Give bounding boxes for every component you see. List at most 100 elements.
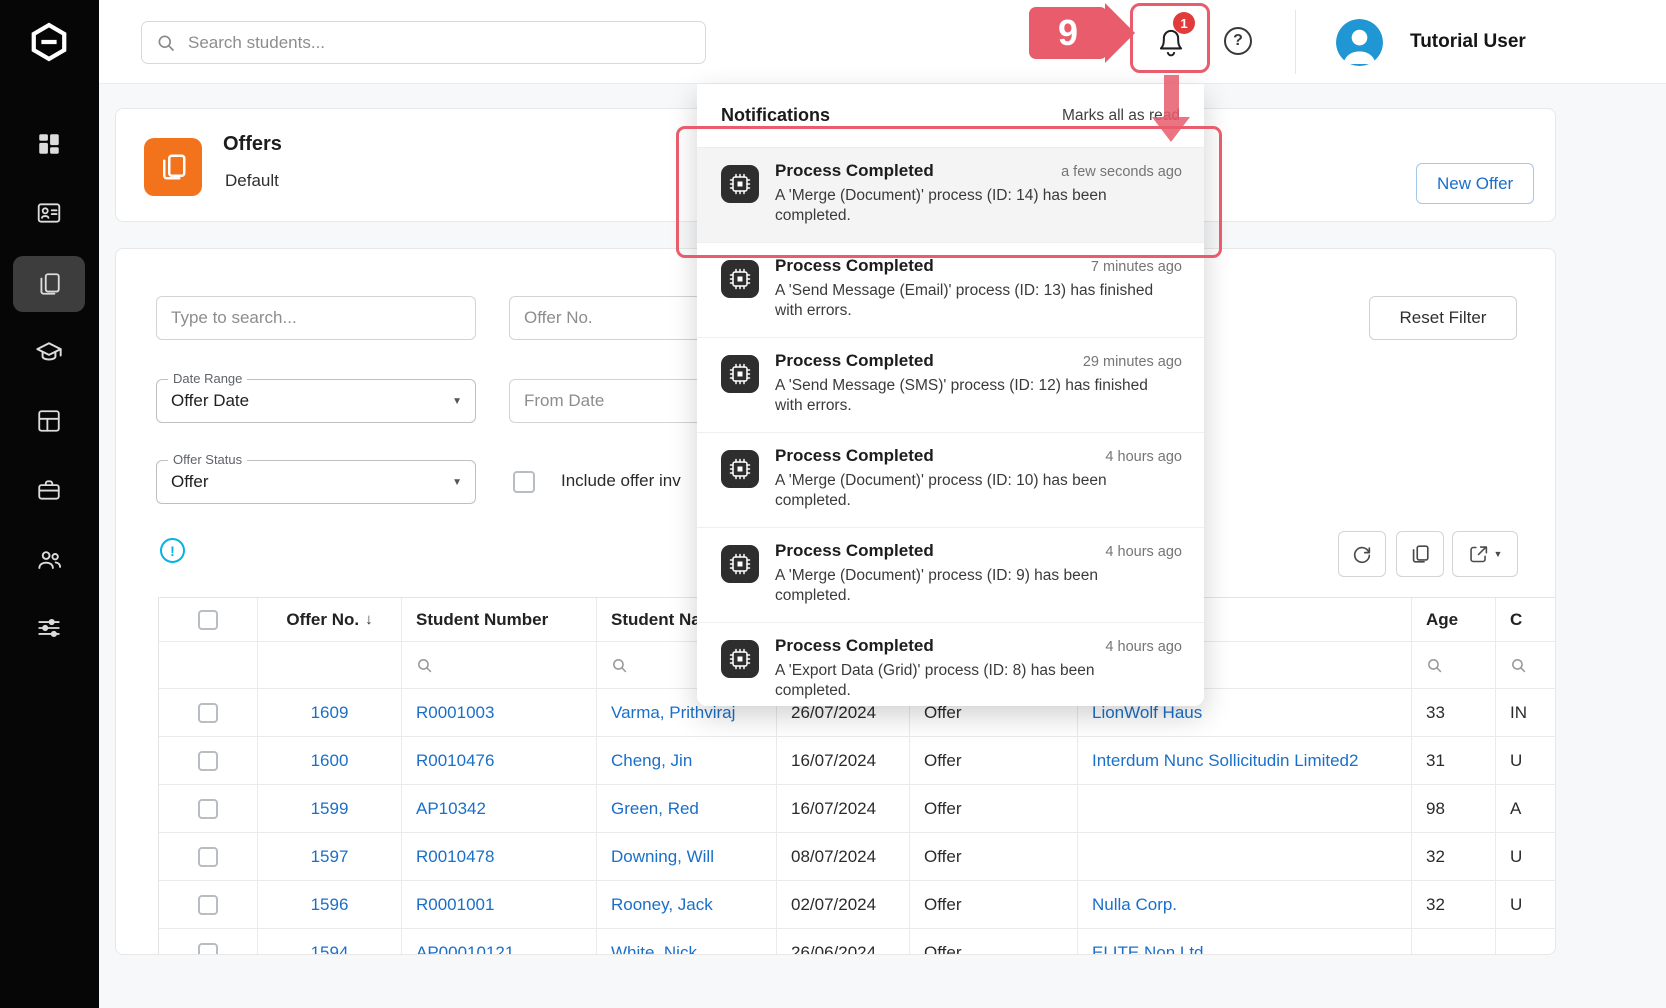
search-icon	[416, 657, 433, 674]
age-cell: 33	[1412, 689, 1496, 737]
student-name-link[interactable]: White, Nick	[611, 943, 697, 956]
row-checkbox[interactable]	[198, 799, 218, 819]
row-checkbox[interactable]	[198, 703, 218, 723]
help-button[interactable]: ?	[1224, 27, 1252, 55]
student-name-link[interactable]: Green, Red	[611, 799, 699, 819]
filter-cell-offer-no[interactable]	[258, 642, 402, 689]
sort-descending-icon: ↓	[365, 611, 373, 628]
offer-date-cell: 16/07/2024	[777, 737, 910, 785]
offer-no-link[interactable]: 1596	[311, 895, 349, 915]
age-cell: 32	[1412, 833, 1496, 881]
age-cell: 98	[1412, 785, 1496, 833]
export-icon	[1468, 544, 1489, 565]
page-subtitle: Default	[225, 171, 279, 191]
company-link[interactable]: Interdum Nunc Sollicitudin Limited2	[1092, 751, 1358, 771]
company-link[interactable]: ELITE Non Ltd	[1092, 943, 1204, 956]
notification-time: 29 minutes ago	[1083, 354, 1182, 370]
include-offer-label: Include offer inv	[561, 471, 681, 491]
global-search[interactable]	[141, 21, 706, 64]
column-header-age[interactable]: Age	[1412, 598, 1496, 642]
offers-module-icon	[144, 138, 202, 196]
include-offer-checkbox[interactable]	[513, 471, 535, 493]
student-number-link[interactable]: AP10342	[416, 799, 486, 819]
offer-no-link[interactable]: 1600	[311, 751, 349, 771]
student-number-link[interactable]: R0001003	[416, 703, 494, 723]
student-name-link[interactable]: Cheng, Jin	[611, 751, 692, 771]
info-icon[interactable]: !	[160, 538, 185, 563]
age-cell	[1412, 929, 1496, 955]
topbar: 1 ? Tutorial User	[99, 0, 1666, 84]
process-icon	[721, 545, 759, 583]
row-checkbox[interactable]	[198, 943, 218, 956]
column-header-student-number[interactable]: Student Number	[402, 598, 597, 642]
offer-date-cell: 08/07/2024	[777, 833, 910, 881]
sidebar-item-contacts[interactable]	[13, 185, 85, 241]
search-students-input[interactable]	[188, 33, 668, 53]
filter-cell-country[interactable]	[1496, 642, 1556, 689]
refresh-button[interactable]	[1338, 531, 1386, 577]
chevron-down-icon: ▼	[452, 477, 462, 488]
student-number-link[interactable]: R0010476	[416, 751, 494, 771]
student-name-link[interactable]: Rooney, Jack	[611, 895, 713, 915]
student-name-link[interactable]: Downing, Will	[611, 847, 714, 867]
notification-item[interactable]: Process Completed4 hours ago A 'Merge (D…	[697, 528, 1204, 623]
column-header-country[interactable]: C	[1496, 598, 1556, 642]
column-header-offer-no[interactable]: Offer No.↓	[258, 598, 402, 642]
notifications-title: Notifications	[721, 105, 830, 126]
offer-no-link[interactable]: 1609	[311, 703, 349, 723]
offer-status-select[interactable]: Offer Status Offer ▼	[156, 460, 476, 504]
country-cell: U	[1496, 737, 1556, 785]
filter-cell-student-number[interactable]	[402, 642, 597, 689]
notification-item[interactable]: Process Completed4 hours ago A 'Export D…	[697, 623, 1204, 706]
student-number-link[interactable]: R0010478	[416, 847, 494, 867]
sidebar-item-jobs[interactable]	[13, 462, 85, 518]
row-checkbox[interactable]	[198, 751, 218, 771]
sidebar-item-dashboard[interactable]	[13, 116, 85, 172]
sidebar-item-settings[interactable]	[13, 600, 85, 656]
help-question-mark: ?	[1233, 32, 1243, 50]
user-name[interactable]: Tutorial User	[1410, 0, 1526, 84]
country-cell: U	[1496, 881, 1556, 929]
notification-time: 4 hours ago	[1105, 544, 1182, 560]
status-cell: Offer	[910, 929, 1078, 955]
offer-date-cell: 16/07/2024	[777, 785, 910, 833]
contact-card-icon	[36, 200, 62, 226]
student-number-link[interactable]: AP00010121	[416, 943, 514, 956]
sidebar-item-offers[interactable]	[13, 256, 85, 312]
search-icon	[1510, 657, 1527, 674]
row-checkbox[interactable]	[198, 895, 218, 915]
table-row: 1594 AP00010121 White, Nick 26/06/2024 O…	[159, 929, 1556, 955]
select-all-checkbox[interactable]	[198, 610, 218, 630]
export-button[interactable]: ▼	[1452, 531, 1518, 577]
user-avatar[interactable]	[1336, 19, 1383, 66]
offer-no-link[interactable]: 1594	[311, 943, 349, 956]
notification-time: 7 minutes ago	[1091, 259, 1182, 275]
reset-filter-button[interactable]: Reset Filter	[1369, 296, 1517, 340]
offers-icon	[36, 271, 62, 297]
country-cell: IN	[1496, 689, 1556, 737]
notification-message: A 'Send Message (SMS)' process (ID: 12) …	[775, 376, 1170, 416]
page-title: Offers	[223, 133, 282, 156]
offer-status-value: Offer	[171, 461, 208, 503]
sidebar-item-boards[interactable]	[13, 393, 85, 449]
offer-no-link[interactable]: 1599	[311, 799, 349, 819]
copy-grid-button[interactable]	[1396, 531, 1444, 577]
layout-icon	[36, 408, 62, 434]
offer-no-link[interactable]: 1597	[311, 847, 349, 867]
sidebar-item-courses[interactable]	[13, 324, 85, 380]
company-link[interactable]: Nulla Corp.	[1092, 895, 1177, 915]
filter-search-input[interactable]	[156, 296, 476, 340]
notification-time: 4 hours ago	[1105, 639, 1182, 655]
sidebar-item-agents[interactable]	[13, 531, 85, 587]
notification-message: A 'Merge (Document)' process (ID: 10) ha…	[775, 471, 1170, 511]
new-offer-button[interactable]: New Offer	[1416, 163, 1534, 204]
date-range-select[interactable]: Date Range Offer Date ▼	[156, 379, 476, 423]
row-checkbox[interactable]	[198, 847, 218, 867]
notification-item[interactable]: Process Completed4 hours ago A 'Merge (D…	[697, 433, 1204, 528]
filter-cell-age[interactable]	[1412, 642, 1496, 689]
notification-item[interactable]: Process Completed29 minutes ago A 'Send …	[697, 338, 1204, 433]
status-cell: Offer	[910, 737, 1078, 785]
student-number-link[interactable]: R0001001	[416, 895, 494, 915]
process-icon	[721, 260, 759, 298]
refresh-icon	[1351, 543, 1373, 565]
